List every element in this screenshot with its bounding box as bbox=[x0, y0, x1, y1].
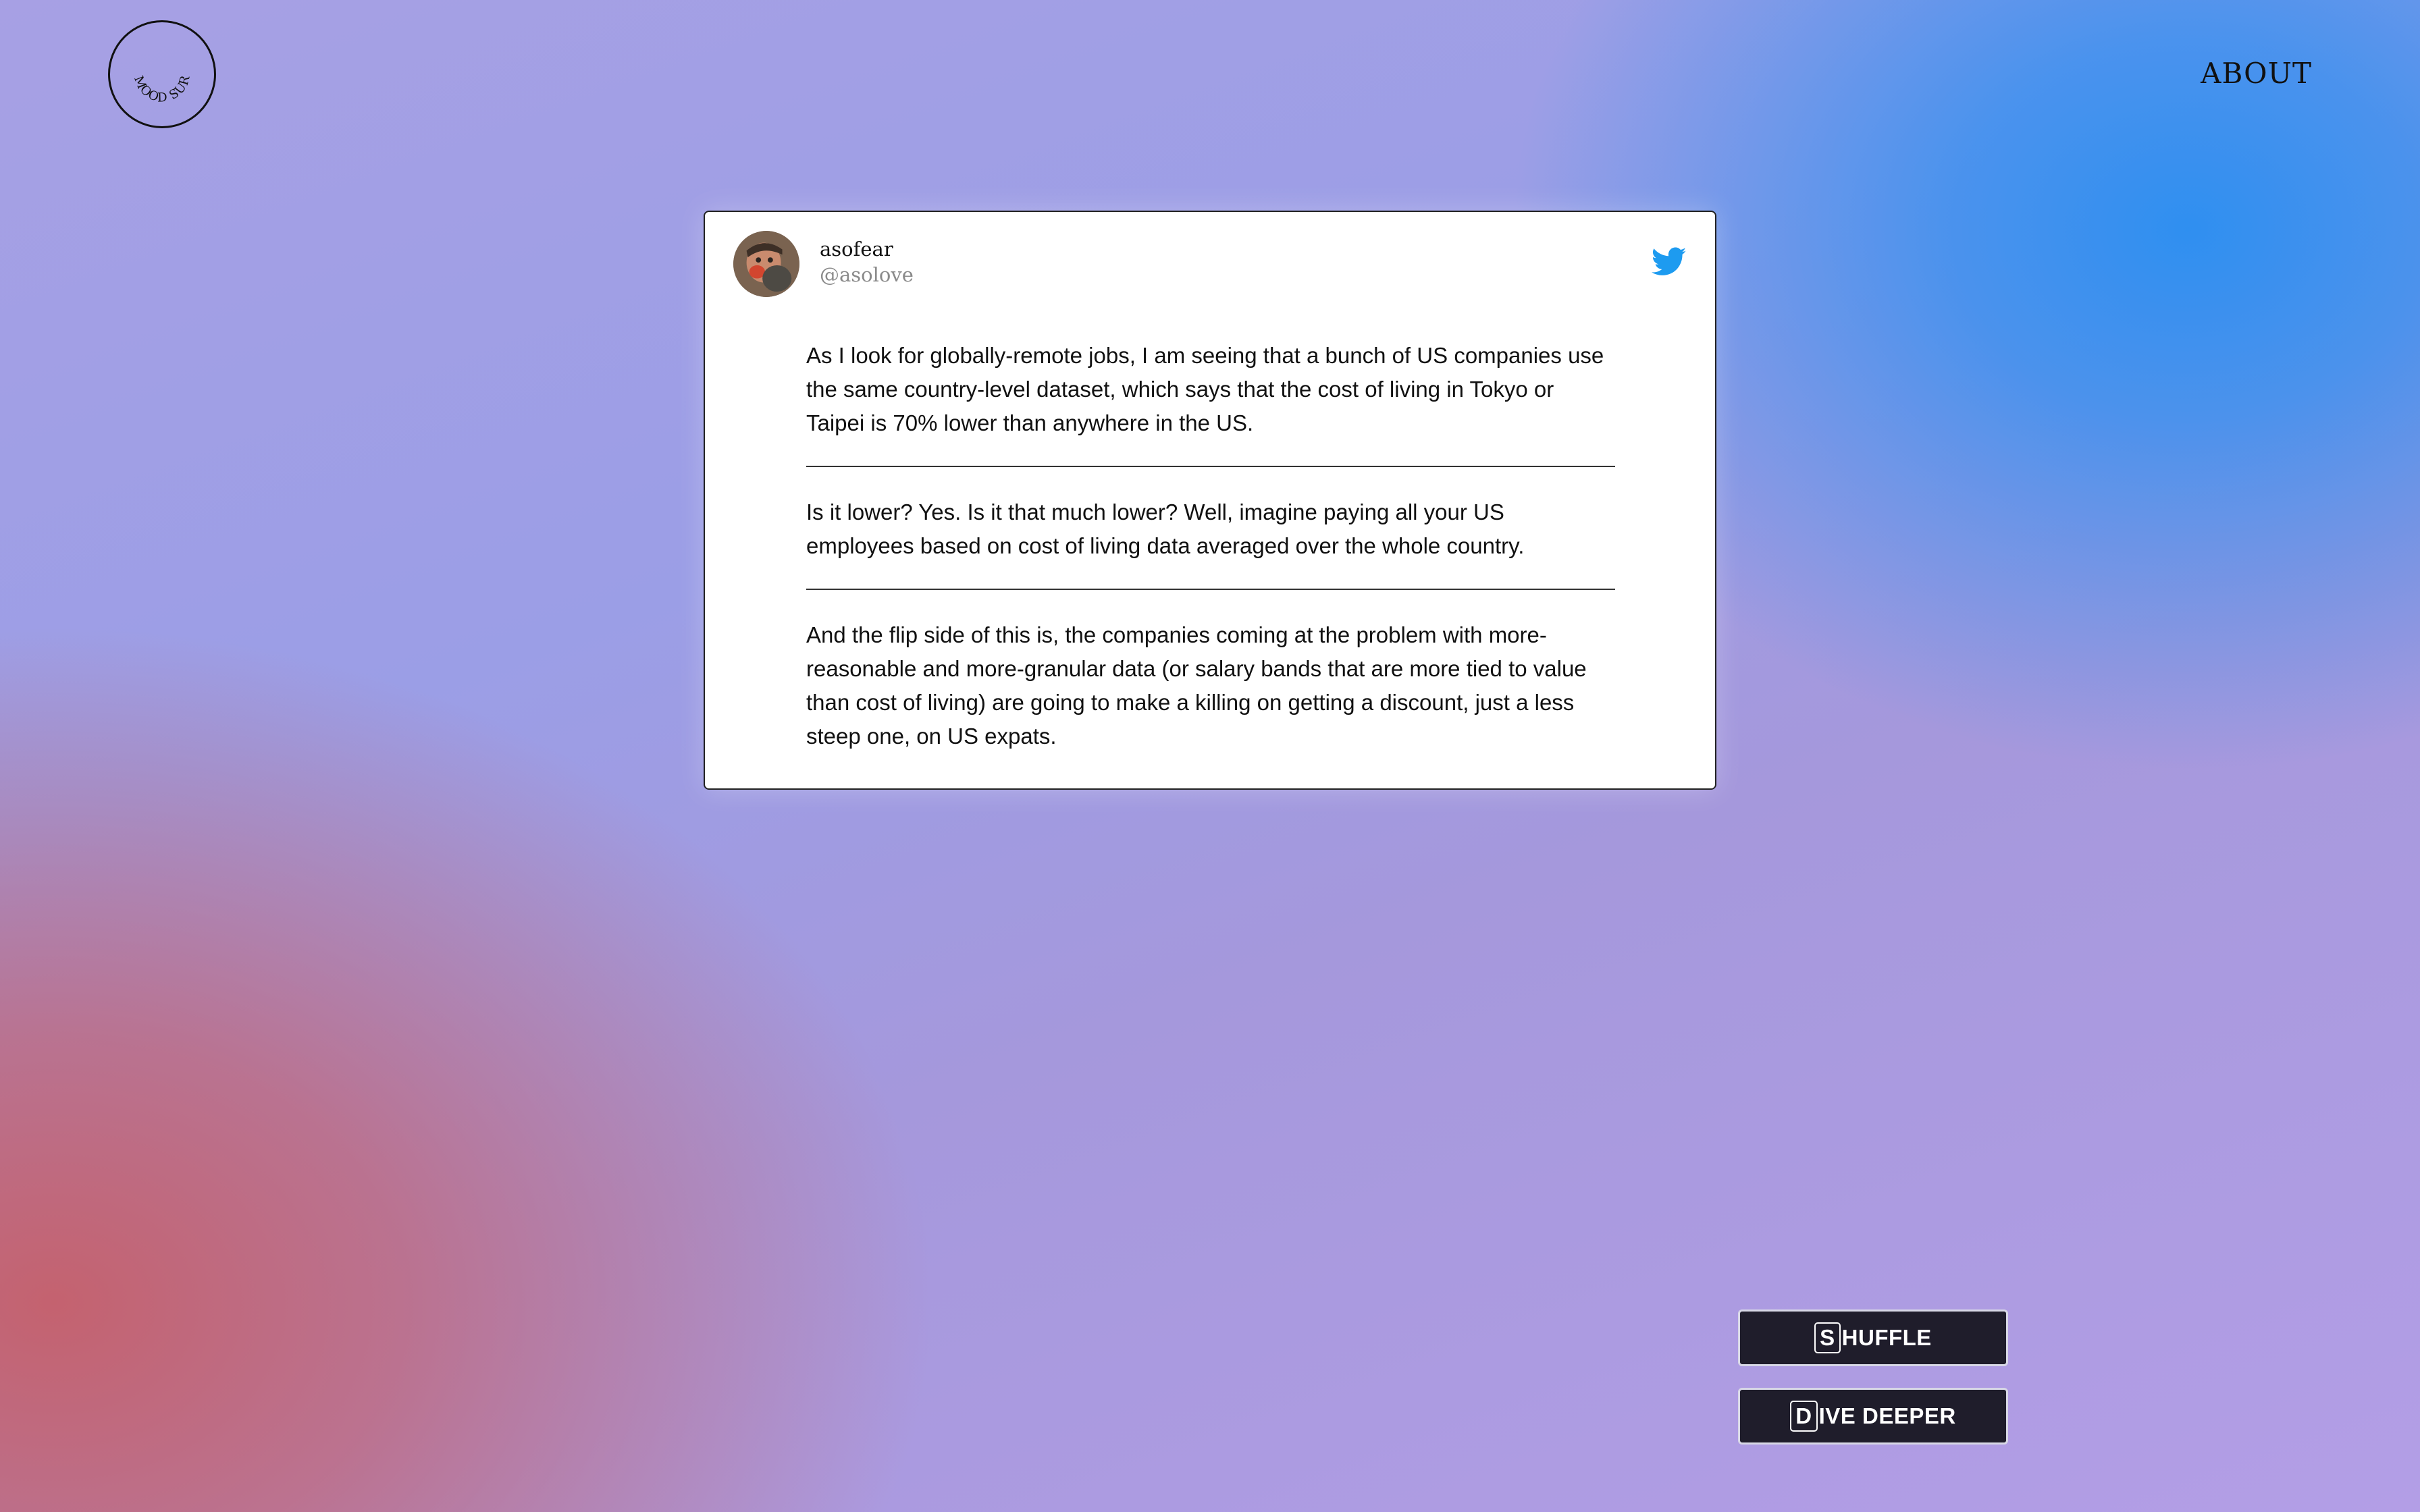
svg-text:MOOD SURF: MOOD SURF bbox=[110, 22, 193, 105]
tweet-card: asofear @asolove As I look for globally-… bbox=[704, 211, 1716, 790]
logo-circle-text: MOOD SURF bbox=[110, 22, 193, 105]
tweet-divider-1 bbox=[806, 466, 1615, 467]
about-link[interactable]: ABOUT bbox=[2201, 57, 2312, 90]
avatar[interactable] bbox=[733, 231, 799, 297]
twitter-bird-icon[interactable] bbox=[1652, 247, 1687, 277]
tweet-paragraph-3: And the flip side of this is, the compan… bbox=[806, 622, 1587, 749]
dive-deeper-shortcut-key: D bbox=[1790, 1401, 1818, 1432]
mood-surf-logo[interactable]: MOOD SURF bbox=[108, 20, 216, 128]
shuffle-button[interactable]: S HUFFLE bbox=[1738, 1310, 2008, 1366]
logo-text: MOOD SURF bbox=[110, 22, 192, 105]
shuffle-shortcut-key: S bbox=[1814, 1322, 1841, 1353]
author-handle[interactable]: @asolove bbox=[820, 263, 914, 286]
tweet-paragraph-1: As I look for globally-remote jobs, I am… bbox=[806, 343, 1604, 435]
author-name[interactable]: asofear bbox=[820, 238, 893, 261]
tweet-divider-2 bbox=[806, 589, 1615, 590]
tweet-paragraph-2: Is it lower? Yes. Is it that much lower?… bbox=[806, 500, 1525, 558]
shuffle-label: HUFFLE bbox=[1841, 1325, 1932, 1350]
dive-deeper-button[interactable]: D IVE DEEPER bbox=[1738, 1388, 2008, 1444]
tweet-body: As I look for globally-remote jobs, I am… bbox=[806, 339, 1615, 753]
dive-deeper-label: IVE DEEPER bbox=[1818, 1403, 1956, 1428]
